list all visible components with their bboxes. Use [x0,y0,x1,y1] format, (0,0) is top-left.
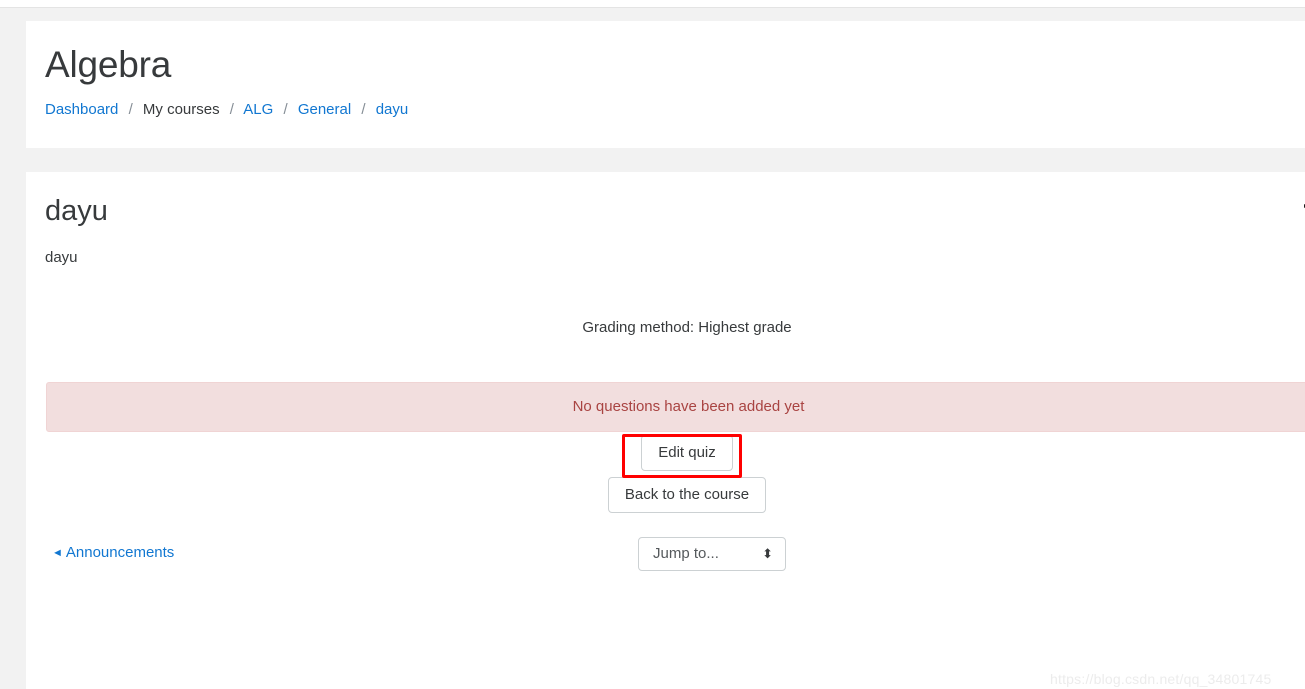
page-title: Algebra [45,44,172,85]
action-buttons: Edit quiz Back to the course [26,435,1305,519]
breadcrumb-item-general[interactable]: General [298,101,351,118]
previous-activity-link[interactable]: ◄ Announcements [52,544,174,563]
edit-quiz-button[interactable]: Edit quiz [641,435,733,471]
breadcrumb-item-dashboard[interactable]: Dashboard [45,101,118,118]
breadcrumb-separator: / [283,101,288,118]
breadcrumb-item-alg[interactable]: ALG [243,101,273,118]
breadcrumb-separator: / [229,101,234,118]
back-to-course-row: Back to the course [26,477,1305,513]
back-to-course-button[interactable]: Back to the course [607,477,767,513]
activity-title: dayu [45,195,108,227]
no-questions-alert: No questions have been added yet × [46,382,1305,432]
edit-quiz-row: Edit quiz [26,435,1305,471]
breadcrumb-item-dayu[interactable]: dayu [376,101,409,118]
breadcrumb-separator: / [128,101,133,118]
activity-navigation: ◄ Announcements Jump to... ⬍ [26,537,1305,583]
watermark-text: https://blog.csdn.net/qq_34801745 [1050,671,1272,687]
breadcrumb: Dashboard / My courses / ALG / General /… [26,87,1305,119]
breadcrumb-item-my-courses: My courses [142,101,220,118]
jump-to-select[interactable]: Jump to... ⬍ [638,537,786,571]
arrow-left-icon: ◄ [52,547,63,559]
browser-top-strip [0,0,1305,8]
page-background: Algebra Dashboard / My courses / ALG / G… [0,9,1305,689]
breadcrumb-separator: / [361,101,366,118]
alert-message: No questions have been added yet [572,398,805,415]
previous-activity-label: Announcements [65,544,175,561]
jump-to-value: Jump to... [653,545,719,562]
chevron-updown-icon: ⬍ [762,546,773,561]
activity-description: dayu [45,249,78,266]
activity-content-card: dayu dayu Grading method: Highest grade … [26,172,1305,689]
page-header-card: Algebra Dashboard / My courses / ALG / G… [26,21,1305,148]
grading-method-text: Grading method: Highest grade [582,319,792,336]
